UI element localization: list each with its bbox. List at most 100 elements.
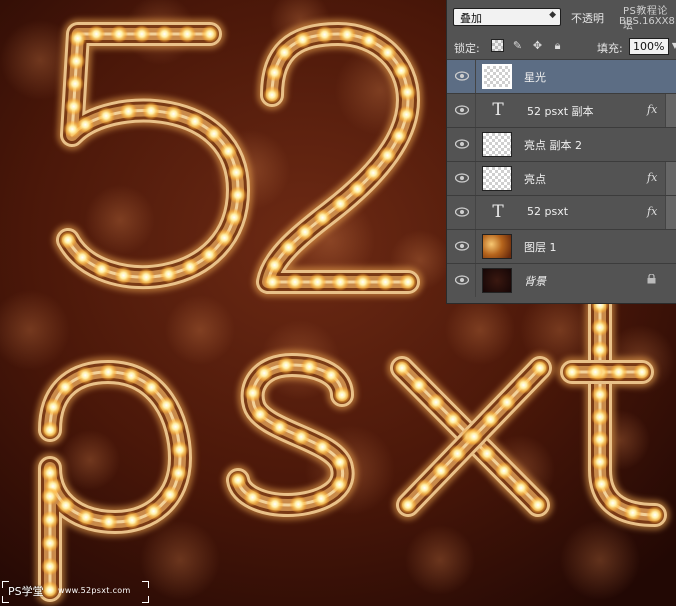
light-bulb (623, 503, 642, 522)
light-bulb (73, 248, 92, 267)
layer-thumbnail[interactable] (482, 64, 512, 89)
light-bulb (531, 359, 549, 377)
light-bulb (312, 489, 331, 508)
logo-url: www.52psxt.com (58, 586, 131, 595)
text-layer-icon: T (492, 202, 504, 222)
light-bulb (59, 231, 77, 249)
light-bulb (378, 43, 397, 62)
light-bulb (275, 43, 294, 62)
light-bulb (633, 363, 651, 381)
light-bulb (255, 364, 274, 383)
light-bulb (142, 378, 161, 397)
light-bulb (397, 105, 416, 124)
layer-row[interactable]: T 52 psxt fx (447, 195, 676, 229)
light-bulb (99, 363, 118, 382)
layer-row[interactable]: 图层 1 (447, 229, 676, 263)
light-bulb (285, 273, 304, 291)
visibility-eye-icon[interactable] (454, 139, 470, 149)
light-bulb (586, 363, 605, 381)
light-bulb (229, 471, 247, 489)
visibility-eye-icon[interactable] (454, 71, 470, 81)
light-bulb (333, 386, 351, 404)
bokeh-light (60, 430, 120, 490)
layer-thumbnail[interactable] (482, 166, 512, 191)
light-bulb (41, 487, 60, 506)
chevron-down-icon[interactable]: ▼ (672, 41, 676, 50)
light-bulb (56, 378, 75, 397)
light-bulb (265, 256, 284, 275)
light-bulb (270, 418, 289, 437)
light-bulb (170, 440, 189, 459)
light-bulb (76, 115, 95, 134)
light-bulb (353, 273, 372, 291)
layer-effects-fx-icon[interactable]: fx (647, 205, 657, 218)
lock-position-move-icon[interactable]: ✥ (531, 39, 544, 52)
light-bulb (41, 421, 59, 439)
layer-effects-fx-icon[interactable]: fx (647, 171, 657, 184)
lock-image-pixels-brush-icon[interactable]: ✎ (511, 39, 524, 52)
layer-thumbnail[interactable] (482, 132, 512, 157)
layer-name[interactable]: 星光 (524, 69, 546, 85)
light-bulb (514, 376, 533, 395)
effects-expand-toggle[interactable] (665, 94, 676, 127)
light-bulb (164, 104, 183, 123)
site-logo: PS学堂 www.52psxt.com (2, 581, 152, 603)
light-bulb (155, 25, 174, 44)
light-bulb (161, 485, 180, 504)
lock-icon (647, 274, 656, 284)
light-bulb (481, 410, 500, 429)
light-bulb (410, 376, 428, 395)
light-bulb (495, 461, 513, 480)
light-bulb (87, 25, 106, 43)
layer-row[interactable]: 背景 (447, 263, 676, 297)
light-bulb (215, 228, 234, 247)
layers-panel: 叠加 ◆ 不透明 PS教程论坛 BBS.16XX8.COM 锁定: ✎ ✥ 🔒︎… (446, 0, 676, 304)
light-bulb (41, 463, 60, 482)
light-bulb (76, 366, 95, 385)
layer-thumbnail[interactable] (482, 234, 512, 259)
layer-name[interactable]: 52 psxt (527, 205, 568, 218)
visibility-eye-icon[interactable] (454, 207, 470, 217)
visibility-eye-icon[interactable] (454, 241, 470, 251)
light-bulb (114, 266, 133, 285)
layer-name[interactable]: 52 psxt 副本 (527, 103, 594, 119)
layer-thumbnail[interactable] (482, 268, 512, 293)
light-bulb (378, 146, 397, 165)
light-bulb (159, 265, 178, 284)
lock-transparent-pixels-icon[interactable] (491, 39, 504, 52)
layer-row[interactable]: 亮点 fx (447, 161, 676, 195)
text-layer-icon: T (492, 100, 504, 120)
light-bulb (185, 112, 204, 131)
visibility-eye-icon[interactable] (454, 173, 470, 183)
light-bulb (331, 273, 350, 291)
divider (475, 230, 476, 263)
light-bulb (591, 407, 609, 426)
layer-name[interactable]: 亮点 副本 2 (524, 137, 582, 153)
light-bulb (330, 453, 349, 472)
layer-effects-fx-icon[interactable]: fx (647, 103, 657, 116)
layer-name[interactable]: 背景 (524, 273, 546, 289)
light-bulb (300, 357, 319, 376)
light-bulb (123, 511, 142, 530)
light-bulb (137, 268, 156, 287)
lock-all-icon[interactable]: 🔒︎ (551, 39, 564, 52)
blend-mode-dropdown[interactable]: 叠加 ◆ (453, 8, 561, 26)
visibility-eye-icon[interactable] (454, 275, 470, 285)
layer-row[interactable]: 星光 (447, 59, 676, 93)
fill-input[interactable]: 100% ▼ (629, 38, 676, 55)
light-bulb (315, 25, 334, 44)
layer-name[interactable]: 图层 1 (524, 239, 557, 255)
layer-name[interactable]: 亮点 (524, 171, 546, 187)
fill-value: 100% (633, 40, 665, 53)
effects-expand-toggle[interactable] (665, 162, 676, 195)
light-bulb (398, 83, 417, 102)
layer-row[interactable]: 亮点 副本 2 (447, 127, 676, 161)
light-bulb (265, 63, 284, 82)
light-bulb (243, 383, 262, 402)
effects-expand-toggle[interactable] (665, 196, 676, 229)
opacity-label: 不透明 (571, 12, 604, 25)
layer-row[interactable]: T 52 psxt 副本 fx (447, 93, 676, 127)
visibility-eye-icon[interactable] (454, 105, 470, 115)
light-bulb (178, 25, 197, 44)
light-bulb (399, 496, 417, 514)
